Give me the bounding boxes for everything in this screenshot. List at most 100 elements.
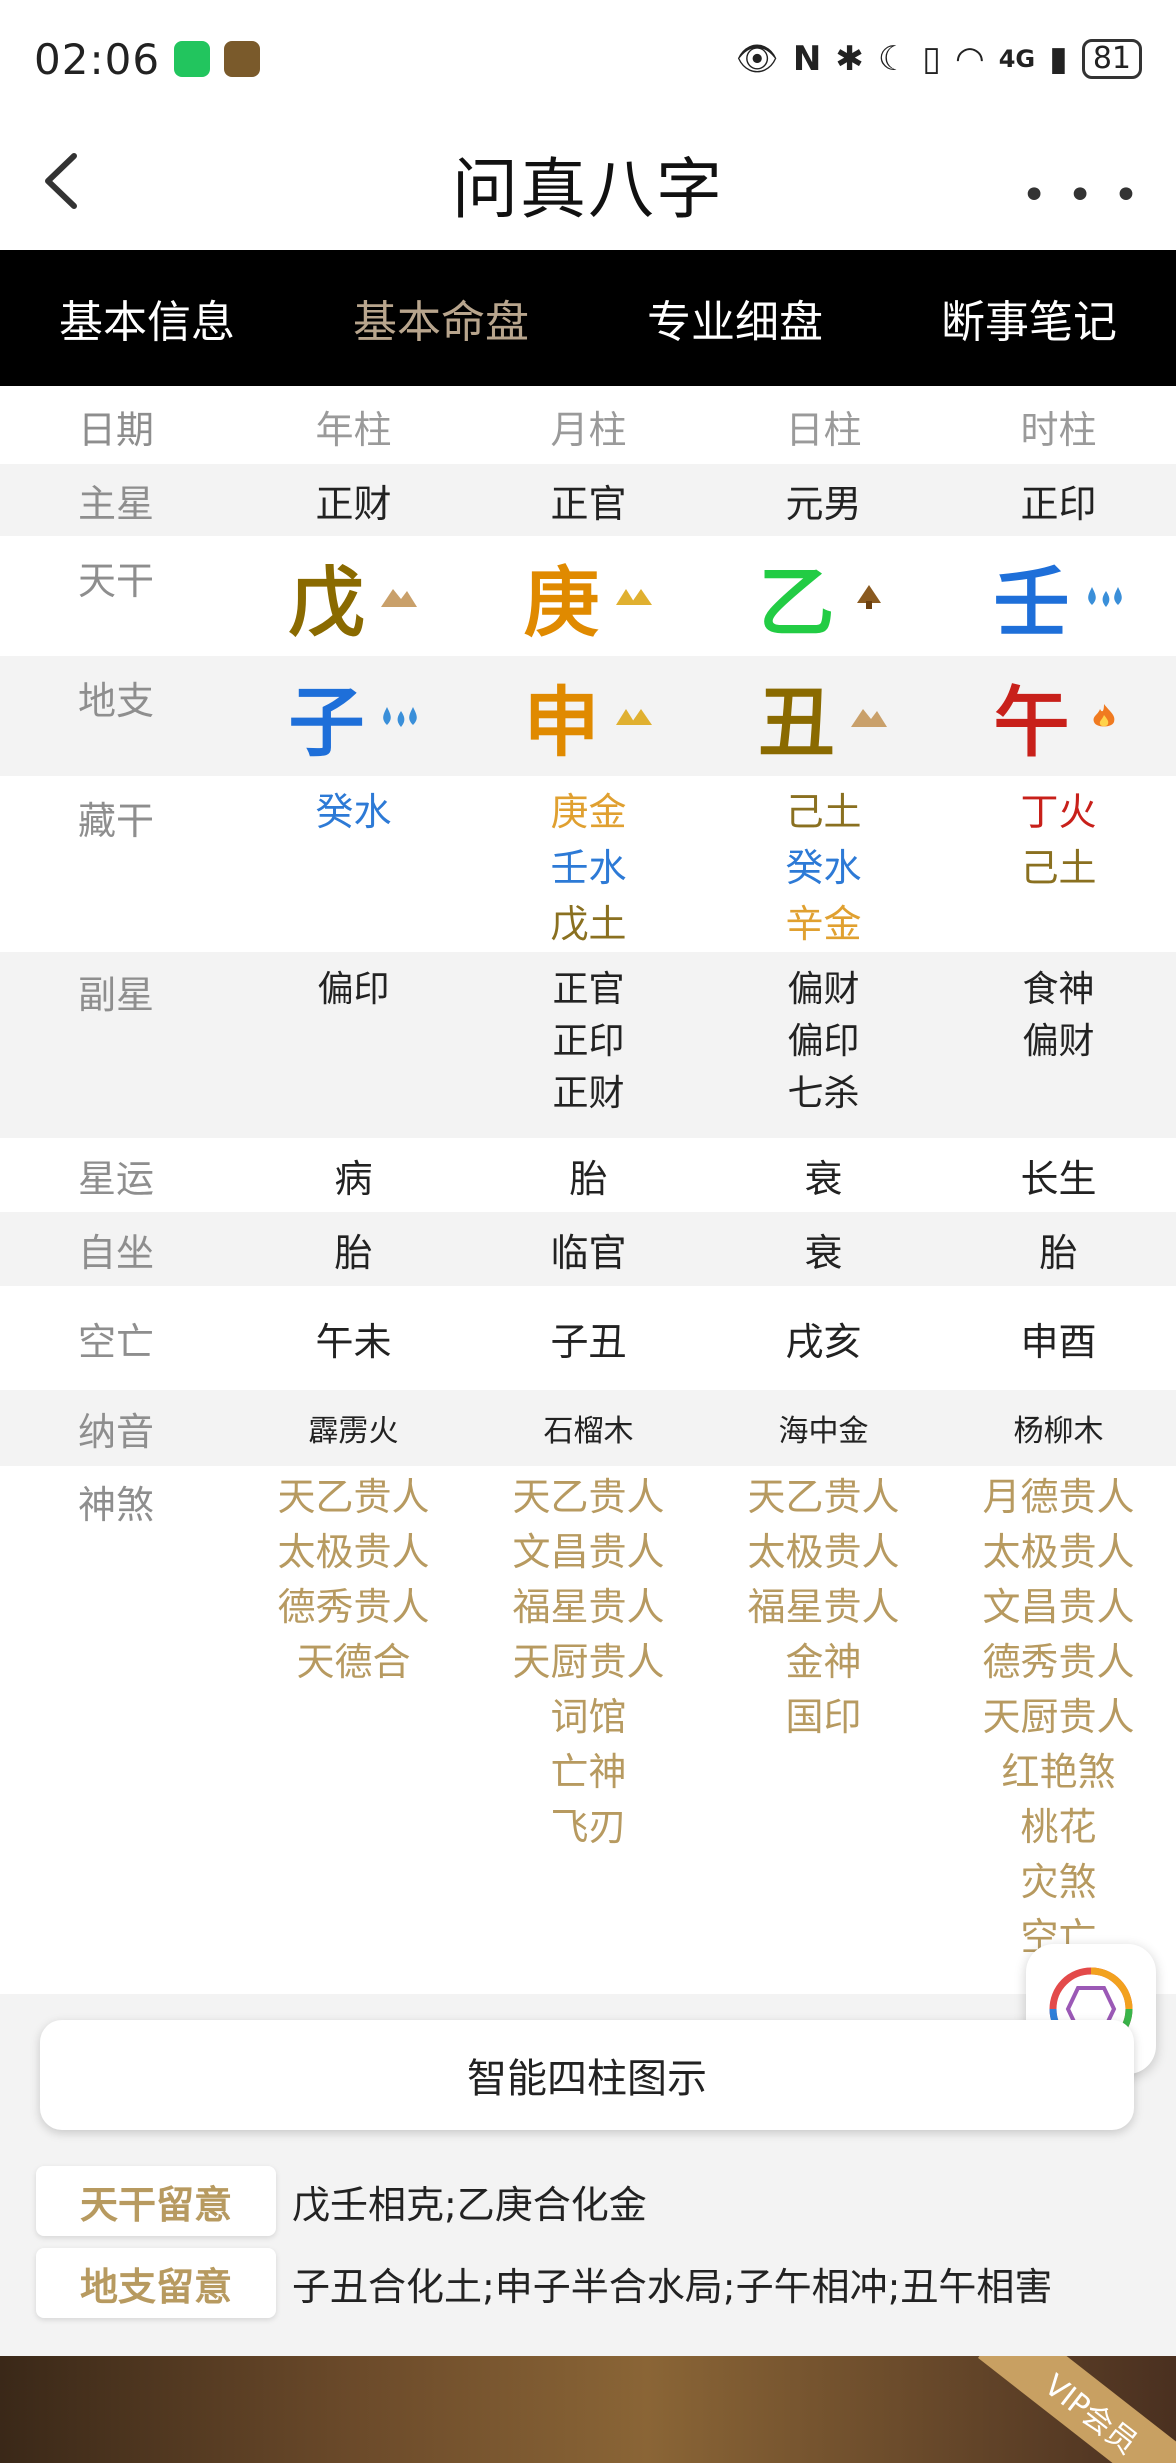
tab-basic-chart[interactable]: 基本命盘 xyxy=(294,250,588,386)
status-icons: 👁 N ✱ ☾ ▯ ◠ 4G ▮ 81 xyxy=(736,39,1142,79)
dizhi-row: 地支 子 申 丑 午 xyxy=(0,656,1176,776)
row-label: 主星 xyxy=(78,481,155,526)
row-label: 地支 xyxy=(78,679,155,723)
promo-banner[interactable]: VIP会员 xyxy=(0,2356,1176,2463)
row-label: 自坐 xyxy=(78,1230,155,1275)
tab-pro-chart[interactable]: 专业细盘 xyxy=(588,250,882,386)
nfc-icon: N xyxy=(792,39,822,79)
bazi-table: 日期 年柱 月柱 日柱 时柱 主星 正财 正官 元男 正印 天干 戊 庚 乙 壬… xyxy=(0,388,1176,1996)
nayin-year: 霹雳火 xyxy=(308,1414,399,1449)
row-label: 日期 xyxy=(78,407,155,452)
row-label: 神煞 xyxy=(78,1483,155,1527)
note-tag: 天干留意 xyxy=(36,2166,276,2236)
zizuo-month: 临官 xyxy=(550,1230,627,1275)
ss-item: 太极贵人 xyxy=(982,1530,1135,1574)
nayin-hour: 杨柳木 xyxy=(1013,1414,1104,1449)
row-label: 藏干 xyxy=(78,799,155,843)
tiangan-row: 天干 戊 庚 乙 壬 xyxy=(0,536,1176,656)
vip-badge: VIP会员 xyxy=(977,2356,1176,2463)
tiangan-char: 壬 xyxy=(993,558,1070,647)
kongwang-hour: 申酉 xyxy=(1020,1319,1097,1364)
tab-basic-info[interactable]: 基本信息 xyxy=(0,250,294,386)
ss-item: 飞刃 xyxy=(550,1805,627,1849)
row-label: 副星 xyxy=(78,973,155,1017)
status-bar: 02:06 👁 N ✱ ☾ ▯ ◠ 4G ▮ 81 xyxy=(0,0,1176,118)
canggan-year: 癸水 xyxy=(236,784,471,952)
moon-icon: ☾ xyxy=(877,39,909,79)
ss-item: 天乙贵人 xyxy=(747,1475,900,1519)
zizuo-year: 胎 xyxy=(334,1230,373,1275)
fuxing-month: 正官 正印 正财 xyxy=(471,964,706,1138)
note-tag: 地支留意 xyxy=(36,2248,276,2318)
ss-item: 亡神 xyxy=(550,1750,627,1794)
kongwang-year: 午未 xyxy=(315,1319,392,1364)
cg-item: 庚金 xyxy=(550,790,627,834)
cg-item: 己土 xyxy=(785,790,862,834)
xingyun-year: 病 xyxy=(334,1156,373,1201)
main-star-row: 主星 正财 正官 元男 正印 xyxy=(0,464,1176,536)
main-star-year: 正财 xyxy=(315,481,392,526)
kongwang-day: 戌亥 xyxy=(785,1319,862,1364)
status-time: 02:06 xyxy=(34,34,161,84)
eye-icon: 👁 xyxy=(735,39,779,79)
zizuo-row: 自坐 胎 临官 衰 胎 xyxy=(0,1212,1176,1286)
cg-item: 癸水 xyxy=(785,846,862,890)
dizhi-hour: 午 xyxy=(941,656,1176,776)
page-title: 问真八字 xyxy=(452,151,724,228)
fx-item: 偏财 xyxy=(787,969,860,1010)
tiangan-char: 乙 xyxy=(758,558,835,647)
fx-item: 七杀 xyxy=(787,1073,860,1114)
tiangan-year: 戊 xyxy=(236,536,471,656)
fuxing-hour: 食神 偏财 xyxy=(941,964,1176,1138)
ss-item: 太极贵人 xyxy=(747,1530,900,1574)
ss-item: 灾煞 xyxy=(1020,1860,1097,1904)
ss-item: 天厨贵人 xyxy=(512,1640,665,1684)
dizhi-year: 子 xyxy=(236,656,471,776)
ss-item: 月德贵人 xyxy=(982,1475,1135,1519)
bluetooth-icon: ✱ xyxy=(835,39,864,79)
ss-item: 天乙贵人 xyxy=(277,1475,430,1519)
tab-notes[interactable]: 断事笔记 xyxy=(882,250,1176,386)
main-star-hour: 正印 xyxy=(1020,481,1097,526)
tiangan-char: 戊 xyxy=(288,558,365,647)
cg-item: 丁火 xyxy=(1020,790,1097,834)
shensha-month: 天乙贵人 文昌贵人 福星贵人 天厨贵人 词馆 亡神 飞刃 xyxy=(471,1470,706,1996)
note-text: 戊壬相克;乙庚合化金 xyxy=(292,2182,647,2227)
notes-panel: 天干留意 戊壬相克;乙庚合化金 地支留意 子丑合化土;申子半合水局;子午相冲;丑… xyxy=(36,2160,1140,2324)
main-star-day: 元男 xyxy=(785,481,862,526)
title-bar: 问真八字 • • • xyxy=(0,118,1176,250)
note-row-dizhi: 地支留意 子丑合化土;申子半合水局;子午相冲;丑午相害 xyxy=(36,2242,1140,2324)
fx-item: 偏财 xyxy=(1022,1021,1095,1062)
network-label: 4G xyxy=(998,45,1036,73)
row-label: 星运 xyxy=(78,1156,155,1201)
mountain-icon xyxy=(380,589,417,607)
gold-icon xyxy=(615,589,652,605)
canggan-day: 己土 癸水 辛金 xyxy=(706,784,941,952)
book-app-icon xyxy=(224,41,261,77)
xingyun-day: 衰 xyxy=(804,1156,843,1201)
tiangan-char: 庚 xyxy=(523,558,600,647)
gold-icon xyxy=(615,709,652,725)
ss-item: 国印 xyxy=(785,1695,862,1739)
fx-item: 食神 xyxy=(1022,969,1095,1010)
nayin-row: 纳音 霹雳火 石榴木 海中金 杨柳木 xyxy=(0,1390,1176,1466)
back-arrow-icon[interactable] xyxy=(30,146,100,216)
fx-item: 偏印 xyxy=(787,1021,860,1062)
wifi-icon: ◠ xyxy=(955,39,985,79)
fuxing-day: 偏财 偏印 七杀 xyxy=(706,964,941,1138)
note-row-tiangan: 天干留意 戊壬相克;乙庚合化金 xyxy=(36,2160,1140,2242)
ss-item: 德秀贵人 xyxy=(982,1640,1135,1684)
shensha-row: 神煞 天乙贵人 太极贵人 德秀贵人 天德合 天乙贵人 文昌贵人 福星贵人 天厨贵人 词馆 亡神飞… xyxy=(0,1466,1176,1996)
more-icon[interactable]: • • • xyxy=(1021,170,1142,221)
water-icon xyxy=(1087,587,1122,607)
shensha-hour: 月德贵人 太极贵人 文昌贵人 德秀贵人 天厨贵人 红艳煞 桃花 灾煞 空亡 xyxy=(941,1470,1176,1996)
xingyun-row: 星运 病 胎 衰 长生 xyxy=(0,1138,1176,1212)
ss-item: 桃花 xyxy=(1020,1805,1097,1849)
zizuo-hour: 胎 xyxy=(1039,1230,1078,1275)
dizhi-day: 丑 xyxy=(706,656,941,776)
wechat-icon xyxy=(174,41,211,77)
smart-diagram-button[interactable]: 智能四柱图示 xyxy=(40,2020,1134,2130)
ss-item: 天德合 xyxy=(296,1640,411,1684)
ss-item: 天乙贵人 xyxy=(512,1475,665,1519)
header-row: 日期 年柱 月柱 日柱 时柱 xyxy=(0,388,1176,464)
